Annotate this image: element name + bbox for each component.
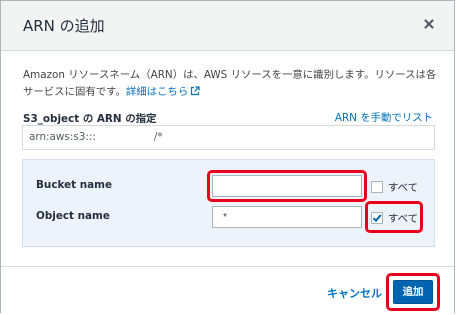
object-all-checkbox[interactable] <box>371 212 383 224</box>
manual-arn-link[interactable]: ARN を手動でリスト <box>335 109 433 124</box>
arn-suffix: /* <box>153 131 163 143</box>
resource-panel <box>22 159 435 247</box>
arn-prefix: arn:aws:s3::: <box>29 131 96 143</box>
bucket-name-input[interactable] <box>212 175 362 197</box>
object-all-label: すべて <box>388 213 419 225</box>
bucket-all-checkbox[interactable] <box>371 181 383 193</box>
external-link-icon <box>190 85 200 102</box>
add-button[interactable]: 追加 <box>393 280 433 304</box>
add-arn-dialog: ARN の追加 Amazon リソースネーム（ARN）は、AWS リソースを一意… <box>0 0 455 313</box>
arn-preview-field: arn:aws:s3:::/* <box>22 125 435 150</box>
learn-more-link[interactable]: 詳細はこちら <box>126 86 200 98</box>
bucket-name-label: Bucket name <box>36 179 113 191</box>
close-icon[interactable] <box>422 16 436 30</box>
bucket-all-label: すべて <box>388 182 419 194</box>
dialog-header: ARN の追加 <box>1 1 454 51</box>
description-text: Amazon リソースネーム（ARN）は、AWS リソースを一意に識別します。リ… <box>23 69 437 98</box>
dialog-title: ARN の追加 <box>23 17 105 35</box>
checkmark-icon <box>372 214 382 223</box>
dialog-footer: キャンセル 追加 <box>1 266 454 313</box>
object-name-label: Object name <box>36 210 110 222</box>
cancel-button[interactable]: キャンセル <box>327 285 382 301</box>
object-name-input[interactable] <box>212 206 362 228</box>
dialog-description: Amazon リソースネーム（ARN）は、AWS リソースを一意に識別します。リ… <box>23 67 443 102</box>
arn-label: S3_object の ARN の指定 <box>23 113 157 125</box>
